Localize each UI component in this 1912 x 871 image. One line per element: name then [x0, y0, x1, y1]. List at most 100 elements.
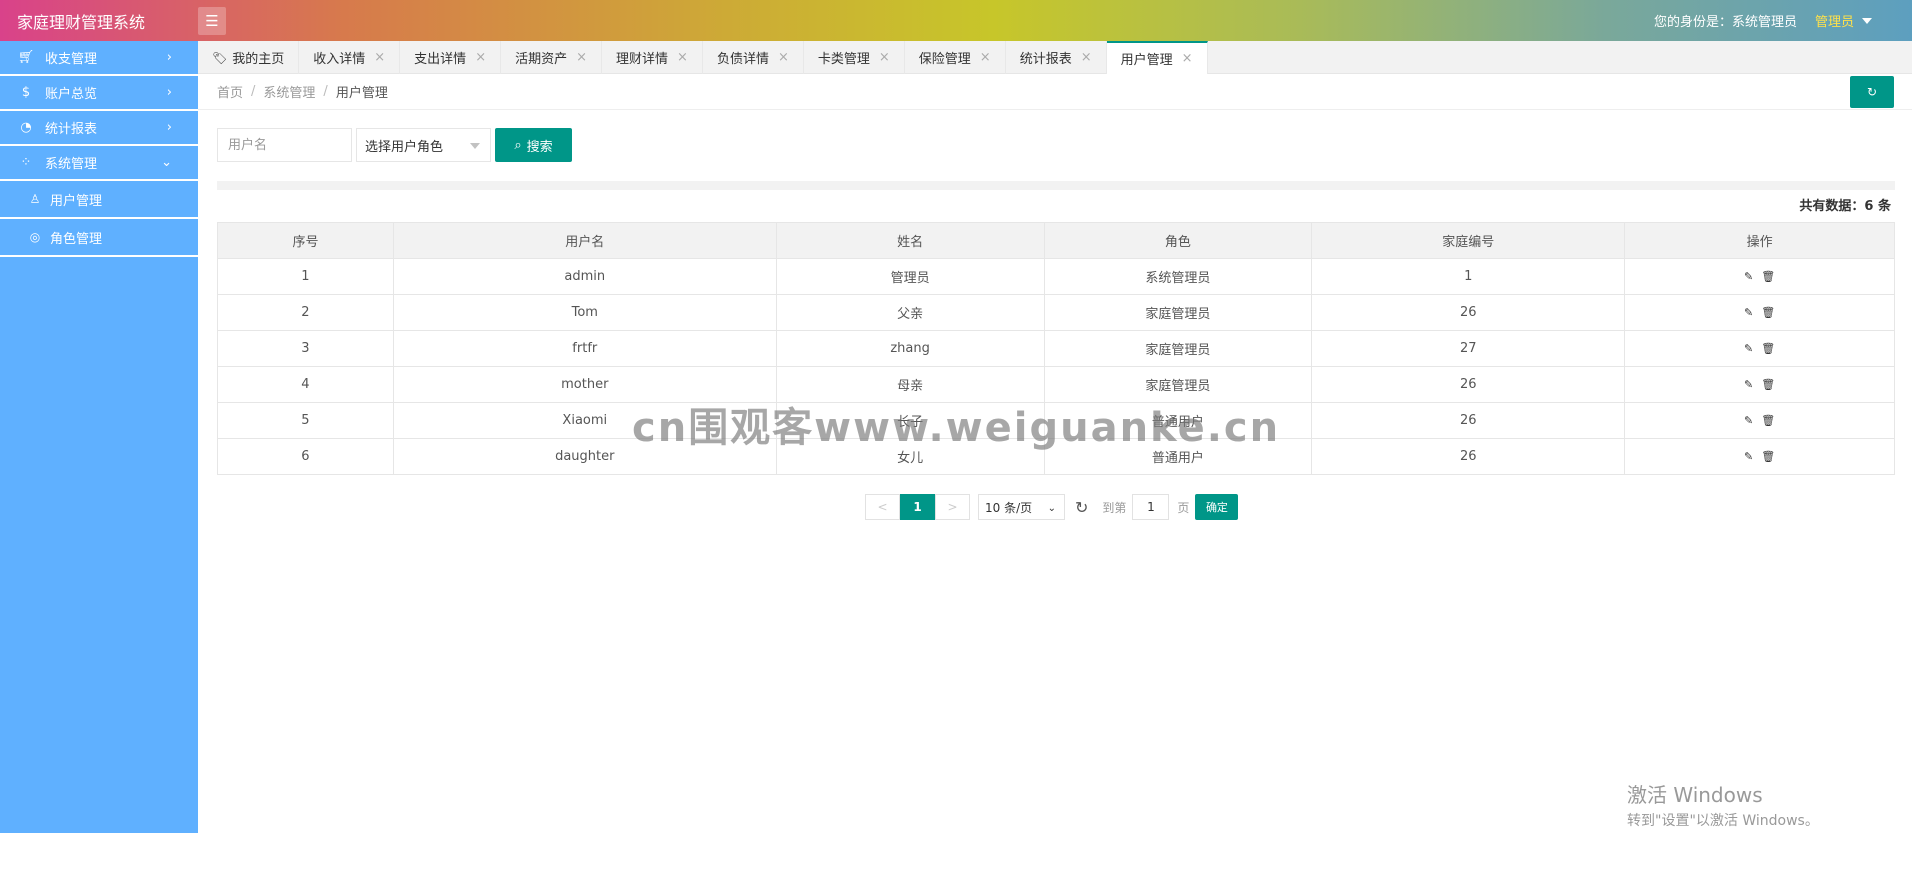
prev-page-button[interactable]: <	[865, 494, 900, 520]
tab-statistics[interactable]: 统计报表 ×	[1006, 41, 1107, 74]
cell-actions: ✎ 🗑︎	[1624, 330, 1895, 367]
breadcrumb-separator: /	[323, 84, 328, 99]
tab-label: 理财详情	[616, 52, 669, 67]
cell-role: 系统管理员	[1043, 258, 1313, 295]
cell-index: 2	[217, 294, 394, 331]
chevron-right-icon: ›	[166, 85, 172, 100]
tab-label: 卡类管理	[817, 52, 870, 67]
caret-down-icon	[470, 143, 480, 149]
breadcrumb-home[interactable]: 首页	[217, 82, 243, 101]
cell-username: admin	[392, 258, 777, 295]
cell-family-id: 26	[1311, 438, 1626, 475]
tab-user-management[interactable]: 用户管理 ×	[1106, 41, 1208, 74]
tab-label: 收入详情	[313, 52, 366, 67]
caret-down-icon	[1862, 17, 1872, 24]
role-icon: ◎	[29, 230, 41, 244]
edit-icon[interactable]: ✎	[1744, 342, 1753, 355]
tab-label: 支出详情	[414, 52, 467, 67]
tab-label: 用户管理	[1120, 53, 1173, 68]
cell-index: 6	[217, 438, 394, 475]
cell-role: 家庭管理员	[1043, 294, 1313, 331]
close-icon[interactable]: ×	[576, 50, 587, 65]
trash-icon[interactable]: 🗑︎	[1761, 414, 1775, 427]
trash-icon[interactable]: 🗑︎	[1761, 342, 1775, 355]
page-size-select[interactable]: 10 条/页 ⌄	[978, 494, 1065, 520]
edit-icon[interactable]: ✎	[1744, 306, 1753, 319]
dollar-icon: $	[21, 85, 31, 100]
breadcrumb: 首页 / 系统管理 / 用户管理 ↻	[198, 74, 1912, 110]
tab-home[interactable]: 🏷︎ 我的主页	[198, 41, 300, 74]
trash-icon[interactable]: 🗑︎	[1761, 450, 1775, 463]
activation-title: 激活 Windows	[1627, 783, 1763, 807]
sidebar-subitem-users[interactable]: ♙ 用户管理	[0, 181, 198, 219]
sidebar-subitem-label: 角色管理	[50, 231, 103, 247]
edit-icon[interactable]: ✎	[1744, 450, 1753, 463]
tab-label: 我的主页	[232, 52, 285, 67]
cell-actions: ✎ 🗑︎	[1624, 294, 1895, 331]
refresh-icon[interactable]: ↻	[1075, 498, 1088, 517]
hamburger-icon[interactable]: ☰	[198, 6, 226, 35]
total-count: 共有数据：6 条	[1799, 199, 1891, 214]
search-form: 选择用户角色 ⌕ 搜索	[217, 128, 572, 162]
table-row: 1 admin 管理员 系统管理员 1 ✎ 🗑︎	[217, 258, 1895, 295]
close-icon[interactable]: ×	[879, 50, 890, 65]
toolbar-divider	[217, 181, 1895, 190]
sidebar: 🛒︎ 收支管理 › $ 账户总览 › ◔ 统计报表 › ⁘ 系统管理 ⌄ ♙ 用…	[0, 41, 198, 833]
cell-actions: ✎ 🗑︎	[1624, 402, 1895, 439]
search-button[interactable]: ⌕ 搜索	[495, 128, 572, 162]
trash-icon[interactable]: 🗑︎	[1761, 270, 1775, 283]
current-page[interactable]: 1	[900, 494, 935, 520]
user-menu-label: 管理员	[1814, 15, 1854, 30]
apps-icon: ⁘	[20, 155, 32, 170]
breadcrumb-system[interactable]: 系统管理	[263, 82, 315, 101]
sidebar-item-system[interactable]: ⁘ 系统管理 ⌄	[0, 146, 198, 181]
table-header-row: 序号 用户名 姓名 角色 家庭编号 操作	[217, 222, 1895, 259]
tab-label: 负债详情	[716, 52, 769, 67]
activation-subtitle: 转到"设置"以激活 Windows。	[1627, 813, 1819, 829]
table-row: 3 frtfr zhang 家庭管理员 27 ✎ 🗑︎	[217, 330, 1895, 367]
close-icon[interactable]: ×	[1081, 50, 1092, 65]
tab-insurance[interactable]: 保险管理 ×	[905, 41, 1006, 74]
edit-icon[interactable]: ✎	[1744, 378, 1753, 391]
close-icon[interactable]: ×	[980, 50, 991, 65]
tab-current-assets[interactable]: 活期资产 ×	[501, 41, 603, 74]
trash-icon[interactable]: 🗑︎	[1761, 378, 1775, 391]
tab-expense[interactable]: 支出详情 ×	[400, 41, 502, 74]
goto-confirm-button[interactable]: 确定	[1195, 494, 1239, 520]
windows-activation-notice: 激活 Windows 转到"设置"以激活 Windows。	[1627, 779, 1819, 830]
close-icon[interactable]: ×	[778, 50, 789, 65]
tab-income[interactable]: 收入详情 ×	[299, 41, 401, 74]
close-icon[interactable]: ×	[475, 50, 486, 65]
sidebar-item-account-overview[interactable]: $ 账户总览 ›	[0, 76, 198, 111]
close-icon[interactable]: ×	[1182, 51, 1193, 66]
sidebar-item-statistics[interactable]: ◔ 统计报表 ›	[0, 111, 198, 146]
cell-name: zhang	[775, 330, 1045, 367]
sidebar-item-income-expense[interactable]: 🛒︎ 收支管理 ›	[0, 41, 198, 76]
sidebar-item-label: 统计报表	[45, 122, 98, 137]
search-icon: ⌕	[514, 137, 522, 153]
tab-cards[interactable]: 卡类管理 ×	[804, 41, 905, 74]
cart-icon: 🛒︎	[17, 50, 35, 65]
trash-icon[interactable]: 🗑︎	[1761, 306, 1775, 319]
refresh-button[interactable]: ↻	[1850, 76, 1894, 108]
tab-finance[interactable]: 理财详情 ×	[602, 41, 703, 74]
chevron-right-icon: ›	[166, 50, 172, 65]
top-header: 家庭理财管理系统 ☰ 您的身份是：系统管理员 管理员	[0, 0, 1912, 41]
edit-icon[interactable]: ✎	[1744, 414, 1753, 427]
edit-icon[interactable]: ✎	[1744, 270, 1753, 283]
username-search-input[interactable]	[217, 128, 352, 162]
next-page-button[interactable]: >	[935, 494, 970, 520]
cell-family-id: 1	[1311, 258, 1626, 295]
close-icon[interactable]: ×	[374, 50, 385, 65]
app-title: 家庭理财管理系统	[17, 12, 146, 32]
tab-liability[interactable]: 负债详情 ×	[703, 41, 804, 74]
user-menu[interactable]: 管理员	[1815, 11, 1872, 30]
cell-index: 5	[217, 402, 394, 439]
cell-family-id: 26	[1311, 294, 1626, 331]
cell-family-id: 27	[1311, 330, 1626, 367]
role-select[interactable]: 选择用户角色	[356, 128, 491, 162]
tag-icon: 🏷︎	[212, 50, 228, 65]
sidebar-subitem-roles[interactable]: ◎ 角色管理	[0, 219, 198, 257]
close-icon[interactable]: ×	[677, 50, 688, 65]
goto-page-input[interactable]: 1	[1132, 494, 1170, 520]
